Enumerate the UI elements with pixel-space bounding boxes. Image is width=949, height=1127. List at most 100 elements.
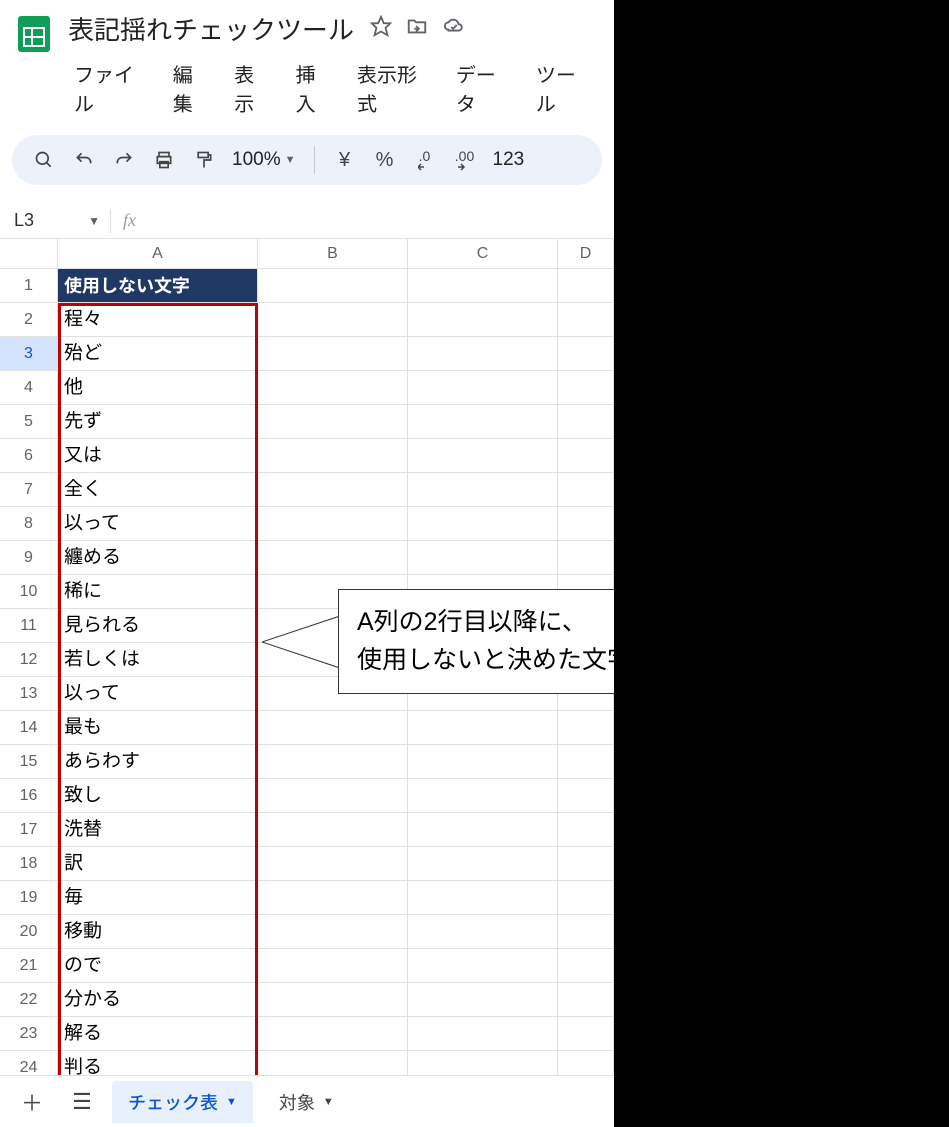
row-header[interactable]: 11 <box>0 609 58 642</box>
row-header[interactable]: 21 <box>0 949 58 982</box>
menu-tools[interactable]: ツール <box>526 55 602 121</box>
cell[interactable] <box>258 847 408 880</box>
cell[interactable] <box>558 269 614 302</box>
cell[interactable] <box>558 881 614 914</box>
cell[interactable] <box>258 813 408 846</box>
redo-icon[interactable] <box>106 142 142 178</box>
row-header[interactable]: 4 <box>0 371 58 404</box>
row-header[interactable]: 13 <box>0 677 58 710</box>
cell[interactable] <box>258 337 408 370</box>
cell[interactable] <box>408 541 558 574</box>
cell[interactable] <box>408 813 558 846</box>
cell[interactable] <box>408 745 558 778</box>
cell[interactable]: 纏める <box>58 541 258 574</box>
cloud-status-icon[interactable] <box>442 15 466 42</box>
currency-button[interactable]: ¥ <box>327 142 363 178</box>
cell[interactable] <box>408 303 558 336</box>
cell[interactable] <box>408 1017 558 1050</box>
row-header[interactable]: 20 <box>0 915 58 948</box>
cell[interactable] <box>408 405 558 438</box>
tab-check-sheet[interactable]: チェック表▼ <box>112 1081 253 1123</box>
cell[interactable] <box>258 881 408 914</box>
row-header[interactable]: 6 <box>0 439 58 472</box>
cell[interactable] <box>558 711 614 744</box>
cell[interactable]: 移動 <box>58 915 258 948</box>
cell[interactable] <box>258 541 408 574</box>
cell[interactable] <box>558 1017 614 1050</box>
cell[interactable] <box>258 303 408 336</box>
cell[interactable] <box>558 405 614 438</box>
cell[interactable] <box>258 439 408 472</box>
cell[interactable]: 致し <box>58 779 258 812</box>
format-123-button[interactable]: 123 <box>487 149 531 171</box>
document-title[interactable]: 表記揺れチェックツール <box>64 8 358 49</box>
cell[interactable]: 程々 <box>58 303 258 336</box>
percent-button[interactable]: % <box>367 142 403 178</box>
cell[interactable] <box>258 371 408 404</box>
cell[interactable] <box>408 711 558 744</box>
cell[interactable] <box>558 745 614 778</box>
tab-target[interactable]: 対象▼ <box>263 1081 350 1123</box>
cell[interactable] <box>408 507 558 540</box>
menu-format[interactable]: 表示形式 <box>347 55 442 121</box>
cell[interactable]: 洗替 <box>58 813 258 846</box>
cell[interactable]: 毎 <box>58 881 258 914</box>
row-header[interactable]: 19 <box>0 881 58 914</box>
row-header[interactable]: 16 <box>0 779 58 812</box>
cell[interactable] <box>258 405 408 438</box>
cell[interactable]: 殆ど <box>58 337 258 370</box>
cell-header[interactable]: 使用しない文字 <box>58 269 258 302</box>
cell[interactable] <box>558 337 614 370</box>
cell[interactable] <box>558 371 614 404</box>
row-header[interactable]: 7 <box>0 473 58 506</box>
cell[interactable] <box>558 983 614 1016</box>
cell[interactable]: 他 <box>58 371 258 404</box>
cell[interactable] <box>408 473 558 506</box>
cell[interactable]: 訳 <box>58 847 258 880</box>
cell[interactable]: 解る <box>58 1017 258 1050</box>
cell[interactable]: 最も <box>58 711 258 744</box>
column-header-B[interactable]: B <box>258 239 408 268</box>
cell[interactable] <box>258 915 408 948</box>
all-sheets-button[interactable]: ☰ <box>62 1082 102 1122</box>
cell[interactable] <box>558 303 614 336</box>
star-icon[interactable] <box>370 15 392 42</box>
cell[interactable] <box>408 983 558 1016</box>
increase-decimal-button[interactable]: .00 <box>447 142 483 178</box>
cell[interactable] <box>258 779 408 812</box>
print-icon[interactable] <box>146 142 182 178</box>
cell[interactable] <box>258 507 408 540</box>
cell[interactable] <box>258 949 408 982</box>
cell[interactable] <box>558 949 614 982</box>
row-header[interactable]: 5 <box>0 405 58 438</box>
cell[interactable] <box>258 983 408 1016</box>
cell[interactable] <box>258 473 408 506</box>
cell[interactable] <box>558 847 614 880</box>
cell[interactable]: 見られる <box>58 609 258 642</box>
row-header[interactable]: 9 <box>0 541 58 574</box>
cell[interactable]: 以って <box>58 677 258 710</box>
cell[interactable] <box>258 745 408 778</box>
row-header[interactable]: 15 <box>0 745 58 778</box>
undo-icon[interactable] <box>66 142 102 178</box>
cell[interactable] <box>258 1017 408 1050</box>
cell[interactable]: 若しくは <box>58 643 258 676</box>
cell[interactable] <box>558 439 614 472</box>
menu-insert[interactable]: 挿入 <box>286 55 343 121</box>
menu-file[interactable]: ファイル <box>64 55 159 121</box>
row-header[interactable]: 18 <box>0 847 58 880</box>
cell[interactable] <box>408 371 558 404</box>
cell[interactable] <box>408 881 558 914</box>
column-header-C[interactable]: C <box>408 239 558 268</box>
cell[interactable]: 分かる <box>58 983 258 1016</box>
row-header[interactable]: 8 <box>0 507 58 540</box>
row-header[interactable]: 2 <box>0 303 58 336</box>
cell[interactable] <box>558 473 614 506</box>
column-header-D[interactable]: D <box>558 239 614 268</box>
name-box[interactable]: L3▼ <box>0 210 110 231</box>
cell[interactable] <box>408 847 558 880</box>
cell[interactable]: 又は <box>58 439 258 472</box>
row-header[interactable]: 22 <box>0 983 58 1016</box>
paint-format-icon[interactable] <box>186 142 222 178</box>
row-header[interactable]: 10 <box>0 575 58 608</box>
